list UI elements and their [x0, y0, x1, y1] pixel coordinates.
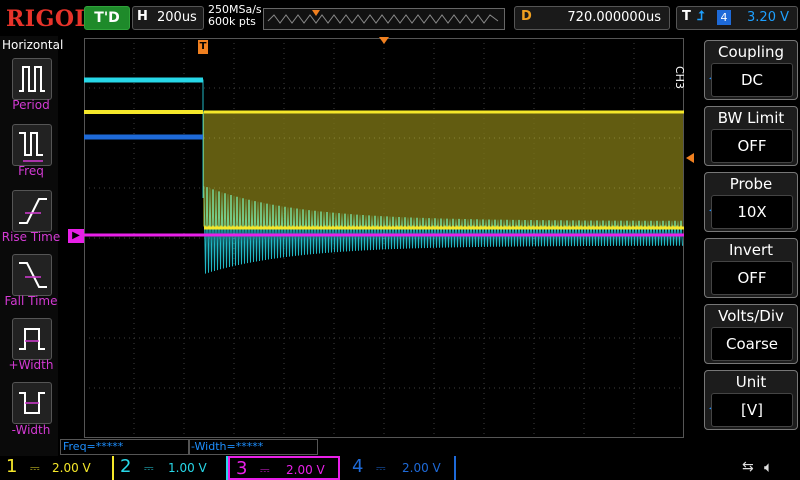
rising-edge-icon: ⮥: [697, 9, 705, 24]
rise-time-icon: [19, 198, 47, 224]
ch2-number: 2: [120, 456, 132, 477]
period-button[interactable]: [12, 58, 52, 100]
ch4-scale: 2.00 V: [402, 461, 441, 475]
ch2-status[interactable]: 2 ⎓ 1.00 V: [114, 456, 228, 480]
delay-value: 720.000000us: [567, 10, 661, 25]
speaker-mute-icon[interactable]: 🔈︎: [764, 458, 773, 476]
channel-menu-label: CH3: [673, 66, 686, 89]
period-icon: [19, 66, 45, 92]
invert-value: OFF: [711, 261, 793, 295]
center-marker: [379, 37, 389, 44]
waveform-display[interactable]: [84, 38, 684, 438]
trigger-time-marker[interactable]: T: [198, 40, 208, 54]
fall-time-label: Fall Time: [4, 294, 58, 308]
ch1-status[interactable]: 1 ⎓ 2.00 V: [0, 456, 114, 480]
width-readout: -Width=*****: [188, 439, 318, 455]
freq-icon: [19, 132, 43, 162]
ch2-scale: 1.00 V: [168, 461, 207, 475]
usb-icon: ⇆: [742, 459, 754, 475]
freq-label: Freq: [18, 164, 44, 178]
rise-time-button[interactable]: [12, 190, 52, 232]
invert-softkey[interactable]: Invert OFF: [704, 238, 798, 298]
ch3-status[interactable]: 3 ⎓ 2.00 V: [228, 456, 340, 480]
ch4-coupling-icon: ⎓: [376, 461, 386, 475]
trigger-box[interactable]: T ⮥ 4 3.20 V: [676, 6, 798, 30]
positive-width-icon: [19, 328, 45, 350]
coupling-softkey[interactable]: Coupling ◀ DC: [704, 40, 798, 100]
trigger-position-marker: [312, 10, 320, 16]
timebase-value: 200us: [157, 10, 197, 25]
ch3-ground-marker[interactable]: ▶: [68, 229, 84, 243]
ch1-scale: 2.00 V: [52, 461, 91, 475]
freq-button[interactable]: [12, 124, 52, 166]
unit-softkey[interactable]: Unit ◀ [V]: [704, 370, 798, 430]
left-menu-title: Horizontal: [2, 38, 64, 52]
bw-limit-softkey[interactable]: BW Limit OFF: [704, 106, 798, 166]
rise-time-label: Rise Time: [1, 230, 61, 244]
delay-label: D: [521, 9, 532, 24]
ch2-coupling-icon: ⎓: [144, 461, 154, 475]
ch1-coupling-icon: ⎓: [30, 461, 40, 475]
period-label: Period: [12, 98, 50, 112]
memory-depth: 600k pts: [208, 15, 256, 28]
ch3-coupling-icon: ⎓: [260, 463, 270, 477]
delay-box[interactable]: D 720.000000us: [514, 6, 670, 30]
negative-width-button[interactable]: [12, 382, 52, 424]
fall-time-icon: [19, 262, 47, 288]
ch1-number: 1: [6, 456, 18, 477]
negative-width-label: -Width: [11, 423, 51, 437]
ch3-scale: 2.00 V: [286, 463, 325, 477]
timebase-box[interactable]: H 200us: [132, 6, 204, 30]
ch3-number: 3: [236, 458, 248, 479]
coupling-value: DC: [711, 63, 793, 97]
probe-softkey[interactable]: Probe ◀ 10X: [704, 172, 798, 232]
volts-div-value: Coarse: [711, 327, 793, 361]
ch4-status[interactable]: 4 ⎓ 2.00 V: [342, 456, 456, 480]
top-status-bar: RIGOL T'D H 200us 250MSa/s 600k pts D 72…: [0, 0, 800, 36]
negative-width-icon: [19, 392, 45, 414]
volts-div-softkey[interactable]: Volts/Div Coarse: [704, 304, 798, 364]
positive-width-label: +Width: [8, 358, 54, 372]
trigger-label: T: [682, 9, 691, 24]
probe-value: 10X: [711, 195, 793, 229]
bw-limit-title: BW Limit: [717, 109, 785, 127]
bw-limit-value: OFF: [711, 129, 793, 163]
coupling-title: Coupling: [717, 43, 785, 61]
trigger-source-badge: 4: [717, 10, 731, 25]
timebase-label: H: [137, 9, 148, 24]
acquisition-info: 250MSa/s 600k pts: [208, 4, 262, 28]
memory-overview-bar[interactable]: [263, 8, 505, 30]
positive-width-button[interactable]: [12, 318, 52, 360]
freq-readout: Freq=*****: [60, 439, 190, 455]
ch4-number: 4: [352, 456, 364, 477]
trigger-level-marker[interactable]: [686, 153, 694, 163]
probe-title: Probe: [729, 175, 773, 193]
fall-time-button[interactable]: [12, 254, 52, 296]
memory-waveform-icon: [267, 10, 499, 24]
volts-div-title: Volts/Div: [718, 307, 784, 325]
run-status-badge[interactable]: T'D: [84, 6, 130, 30]
unit-title: Unit: [735, 373, 767, 391]
invert-title: Invert: [728, 241, 774, 259]
unit-value: [V]: [711, 393, 793, 427]
trigger-level: 3.20 V: [747, 10, 789, 25]
rigol-logo: RIGOL: [6, 6, 91, 32]
